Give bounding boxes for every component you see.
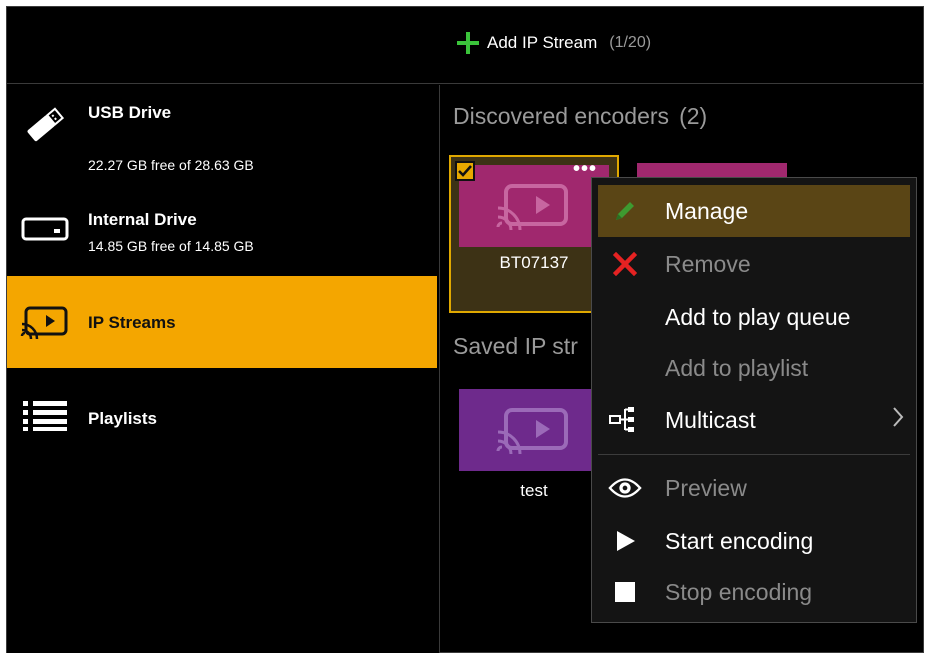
sidebar-item-title: Internal Drive — [88, 210, 197, 229]
menu-separator — [598, 454, 910, 455]
chevron-right-icon — [892, 406, 904, 434]
menu-item-label: Multicast — [665, 406, 756, 433]
menu-item-preview[interactable]: Preview — [598, 462, 910, 514]
menu-item-add-to-play-queue[interactable]: Add to play queue — [598, 291, 910, 343]
menu-item-multicast[interactable]: Multicast — [598, 394, 910, 446]
add-ip-stream-button[interactable]: Add IP Stream (1/20) — [457, 29, 651, 57]
section-title: Discovered encoders — [453, 103, 670, 129]
add-ip-stream-count: (1/20) — [609, 34, 652, 51]
tile-thumbnail — [459, 389, 609, 471]
app-window: Add IP Stream (1/20) USB Drive 22.27 GB … — [6, 6, 924, 653]
pencil-icon — [608, 194, 642, 228]
saved-ip-streams-heading: Saved IP str — [453, 333, 578, 360]
sidebar-item-internal-drive[interactable]: Internal Drive 14.85 GB free of 14.85 GB — [7, 185, 437, 275]
stop-icon — [608, 575, 642, 609]
menu-item-label: Add to playlist — [665, 354, 809, 381]
sidebar-item-subtitle: 22.27 GB free of 28.63 GB — [88, 157, 254, 173]
sidebar-item-title: USB Drive — [88, 103, 172, 122]
menu-item-label: Start encoding — [665, 527, 814, 554]
ip-stream-icon — [19, 302, 71, 342]
menu-item-add-to-playlist[interactable]: Add to playlist — [598, 342, 910, 394]
eye-icon — [608, 471, 642, 505]
multicast-icon — [608, 403, 642, 437]
menu-item-label: Add to play queue — [665, 303, 851, 330]
context-menu: Manage Remove Add to play queue Add to p… — [591, 177, 917, 623]
section-count: (2) — [679, 103, 708, 129]
sidebar-item-ip-streams[interactable]: IP Streams — [7, 276, 437, 368]
plus-icon — [457, 32, 479, 54]
menu-item-label: Preview — [665, 474, 747, 501]
sidebar: USB Drive 22.27 GB free of 28.63 GB Inte… — [7, 85, 440, 653]
menu-item-label: Manage — [665, 197, 749, 224]
sidebar-item-usb-drive[interactable]: USB Drive 22.27 GB free of 28.63 GB — [7, 85, 437, 185]
sidebar-item-title: Playlists — [88, 409, 157, 428]
menu-item-label: Stop encoding — [665, 578, 813, 605]
add-ip-stream-label: Add IP Stream — [487, 33, 598, 52]
sidebar-item-title: IP Streams — [88, 313, 176, 332]
menu-item-manage[interactable]: Manage — [598, 185, 910, 237]
ip-stream-icon — [496, 408, 568, 455]
close-x-icon — [608, 247, 642, 281]
discovered-encoders-heading: Discovered encoders (2) — [453, 103, 707, 130]
top-bar: Add IP Stream (1/20) — [7, 7, 923, 84]
section-title: Saved IP str — [453, 333, 578, 359]
playlist-icon — [19, 395, 71, 435]
play-icon — [608, 524, 642, 558]
internal-drive-icon — [19, 209, 71, 249]
tile-checkbox[interactable] — [455, 161, 475, 181]
menu-item-start-encoding[interactable]: Start encoding — [598, 515, 910, 567]
sidebar-item-playlists[interactable]: Playlists — [7, 369, 437, 459]
sidebar-item-subtitle: 14.85 GB free of 14.85 GB — [88, 238, 254, 254]
usb-drive-icon — [19, 105, 71, 145]
menu-item-remove[interactable]: Remove — [598, 238, 910, 290]
menu-item-label: Remove — [665, 250, 751, 277]
menu-item-stop-encoding[interactable]: Stop encoding — [598, 566, 910, 618]
ip-stream-icon — [496, 184, 568, 231]
more-options-icon[interactable]: ••• — [573, 159, 597, 179]
